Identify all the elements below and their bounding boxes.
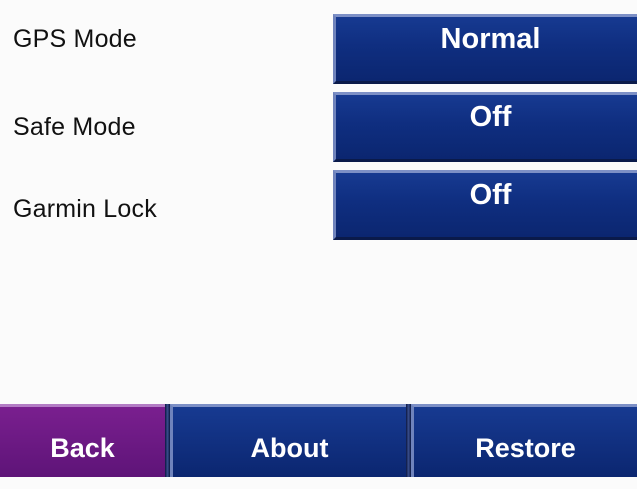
garmin-lock-button[interactable]: Off — [333, 170, 637, 240]
about-button[interactable]: About — [170, 404, 406, 477]
restore-button[interactable]: Restore — [411, 404, 637, 477]
garmin-lock-label: Garmin Lock — [13, 195, 157, 223]
safe-mode-label: Safe Mode — [13, 113, 136, 141]
gps-mode-value: Normal — [440, 23, 541, 55]
gps-mode-button[interactable]: Normal — [333, 14, 637, 84]
safe-mode-row: Safe Mode Off — [0, 86, 637, 162]
settings-screen: GPS Mode Normal Safe Mode Off Garmin Loc… — [0, 0, 637, 477]
garmin-lock-value: Off — [469, 179, 512, 211]
back-button[interactable]: Back — [0, 404, 165, 477]
gps-mode-row: GPS Mode Normal — [0, 4, 637, 84]
garmin-lock-row: Garmin Lock Off — [0, 164, 637, 240]
safe-mode-value: Off — [469, 101, 512, 133]
safe-mode-button[interactable]: Off — [333, 92, 637, 162]
gps-mode-label: GPS Mode — [13, 25, 137, 53]
bottom-nav-bar: Back About Restore — [0, 404, 637, 477]
